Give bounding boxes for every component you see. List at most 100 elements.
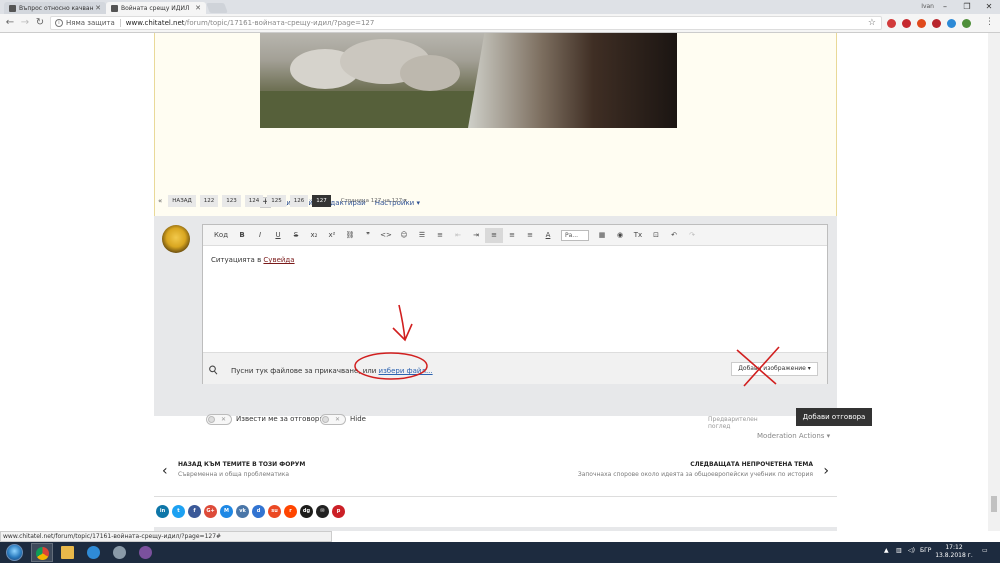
- align-right-icon[interactable]: ≡: [521, 228, 539, 243]
- facebook-share-button[interactable]: f: [188, 505, 201, 518]
- page-link[interactable]: 126: [289, 195, 309, 207]
- taskbar-app[interactable]: [109, 543, 131, 562]
- link-icon[interactable]: ⛓: [341, 228, 359, 243]
- bullet-list-icon[interactable]: ☰: [413, 228, 431, 243]
- twitter-share-button[interactable]: t: [172, 505, 185, 518]
- quote-icon[interactable]: ❞: [359, 228, 377, 243]
- page-link[interactable]: 124: [244, 195, 264, 207]
- preview-eye-icon[interactable]: ◉: [611, 228, 629, 243]
- tab-close-icon[interactable]: ✕: [195, 4, 201, 12]
- emoji-icon[interactable]: ☺: [395, 228, 413, 243]
- table-icon[interactable]: ▦: [593, 228, 611, 243]
- next-unread-link[interactable]: СЛЕДВАЩАТА НЕПРОЧЕТЕНА ТЕМА Започнаха сп…: [578, 461, 813, 478]
- subscript-button[interactable]: x₂: [305, 228, 323, 243]
- editor-text-link[interactable]: Сувейда: [263, 256, 294, 264]
- start-button[interactable]: [6, 544, 23, 561]
- editor-content[interactable]: Ситуацията в Сувейда: [211, 256, 295, 264]
- hide-toggle[interactable]: ✕: [320, 414, 346, 425]
- undo-icon[interactable]: ↶: [665, 228, 683, 243]
- reload-icon[interactable]: ↻: [34, 17, 46, 29]
- indent-icon[interactable]: ⇥: [467, 228, 485, 243]
- new-tab-button[interactable]: [206, 3, 228, 13]
- extension-icon[interactable]: [962, 19, 971, 28]
- add-image-button[interactable]: Добави изображение ▾: [731, 362, 818, 376]
- submit-reply-button[interactable]: Добави отговора: [796, 408, 872, 426]
- redo-icon[interactable]: ↷: [683, 228, 701, 243]
- network-icon[interactable]: ▥: [896, 547, 902, 554]
- extension-icon[interactable]: [947, 19, 956, 28]
- extension-icon[interactable]: [902, 19, 911, 28]
- chevron-right-icon[interactable]: ›: [823, 463, 829, 479]
- scrollbar-thumb[interactable]: [991, 496, 997, 512]
- stumbleupon-share-button[interactable]: su: [268, 505, 281, 518]
- digg-share-button[interactable]: dg: [300, 505, 313, 518]
- find-icon[interactable]: ⊡: [647, 228, 665, 243]
- moderation-actions-dropdown[interactable]: Moderation Actions ▾: [757, 432, 830, 440]
- maximize-icon[interactable]: ❐: [956, 1, 978, 13]
- numbered-list-icon[interactable]: ≡: [431, 228, 449, 243]
- bookmark-star-icon[interactable]: ☆: [868, 18, 876, 28]
- chevron-left-icon[interactable]: ‹: [162, 463, 168, 479]
- keyboard-language[interactable]: БГР: [920, 547, 931, 554]
- pinterest-share-button[interactable]: p: [332, 505, 345, 518]
- underline-button[interactable]: U: [269, 228, 287, 243]
- code-icon[interactable]: <>: [377, 228, 395, 243]
- taskbar-ie[interactable]: [83, 543, 105, 562]
- outdent-icon[interactable]: ⇤: [449, 228, 467, 243]
- vk-share-button[interactable]: vk: [236, 505, 249, 518]
- close-window-icon[interactable]: ✕: [978, 1, 1000, 13]
- minimize-icon[interactable]: –: [934, 1, 956, 13]
- attachment-dropzone[interactable]: ⚲ Пусни тук файлове за прикачване, или и…: [203, 352, 827, 384]
- chrome-menu-icon[interactable]: ⋮: [985, 17, 994, 27]
- browser-tab-0[interactable]: Въпрос относно качван ✕: [4, 2, 106, 14]
- security-status[interactable]: Няма защита: [66, 19, 121, 27]
- system-clock[interactable]: 17:12 13.8.2018 г.: [934, 544, 974, 560]
- email-share-button[interactable]: ✉: [316, 505, 329, 518]
- page-link[interactable]: 122: [199, 195, 219, 207]
- choose-file-link[interactable]: избери файл...: [379, 367, 433, 375]
- align-center-icon[interactable]: ≡: [503, 228, 521, 243]
- linkedin-share-button[interactable]: in: [156, 505, 169, 518]
- forward-icon[interactable]: →: [19, 17, 31, 29]
- clear-format-icon[interactable]: Tx: [629, 228, 647, 243]
- post-image[interactable]: [260, 33, 677, 128]
- bold-button[interactable]: B: [233, 228, 251, 243]
- current-page[interactable]: 127: [312, 195, 331, 207]
- page-link[interactable]: 125: [267, 195, 286, 207]
- taskbar-explorer[interactable]: [57, 543, 79, 562]
- font-color-icon[interactable]: A: [539, 228, 557, 243]
- taskbar-chrome[interactable]: [31, 543, 53, 562]
- page-jump-dropdown[interactable]: Страница 127 на 127 ▾: [341, 198, 407, 204]
- extension-icon[interactable]: [887, 19, 896, 28]
- extension-icon[interactable]: [917, 19, 926, 28]
- tab-close-icon[interactable]: ✕: [95, 4, 101, 12]
- reddit-share-button[interactable]: r: [284, 505, 297, 518]
- notify-toggle[interactable]: ✕: [206, 414, 232, 425]
- myspace-share-button[interactable]: M: [220, 505, 233, 518]
- avatar[interactable]: [162, 225, 190, 253]
- superscript-button[interactable]: x²: [323, 228, 341, 243]
- align-left-icon[interactable]: ≡: [485, 227, 503, 243]
- source-code-button[interactable]: Код: [209, 228, 233, 243]
- info-icon[interactable]: i: [55, 19, 63, 27]
- page-link[interactable]: 123: [222, 195, 241, 207]
- taskbar-viber[interactable]: [135, 543, 157, 562]
- strikethrough-button[interactable]: S: [287, 228, 305, 243]
- browser-tab-1[interactable]: Войната срещу ИДИЛ ✕: [106, 2, 206, 14]
- italic-button[interactable]: I: [251, 228, 269, 243]
- prev-page-button[interactable]: НАЗАД: [168, 195, 196, 207]
- notifications-icon[interactable]: ▭: [982, 547, 988, 554]
- font-size-select[interactable]: Ра...: [561, 229, 589, 241]
- extension-icon[interactable]: [932, 19, 941, 28]
- google-plus-share-button[interactable]: G+: [204, 505, 217, 518]
- page-scrollbar[interactable]: [988, 33, 1000, 531]
- delicious-share-button[interactable]: d: [252, 505, 265, 518]
- tray-arrow-icon[interactable]: ▲: [884, 547, 889, 554]
- address-bar[interactable]: i Няма защита www.chitatel.net /forum/to…: [50, 16, 882, 30]
- profile-name[interactable]: Ivan: [921, 3, 934, 10]
- volume-icon[interactable]: ◁): [908, 547, 915, 554]
- preview-button[interactable]: Предварителен поглед: [708, 416, 758, 430]
- back-to-forum-link[interactable]: НАЗАД КЪМ ТЕМИТЕ В ТОЗИ ФОРУМ Съвременна…: [178, 461, 305, 478]
- first-page-arrow[interactable]: «: [156, 195, 164, 207]
- back-icon[interactable]: ←: [4, 17, 16, 29]
